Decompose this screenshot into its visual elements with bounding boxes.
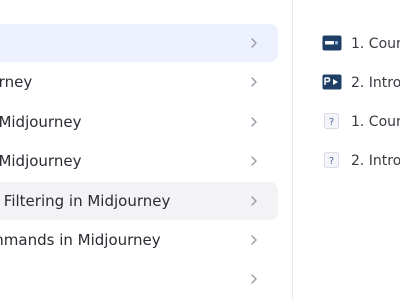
panel-divider	[292, 0, 293, 300]
lesson-item[interactable]: ? 2. Intro	[322, 143, 400, 182]
chevron-right-icon	[248, 116, 260, 128]
chevron-right-icon	[248, 155, 260, 167]
course-outline-screen: ourney in Midjourney in Midjourney nd Fi…	[0, 0, 400, 300]
chevron-right-icon	[248, 273, 260, 285]
module-list: ourney in Midjourney in Midjourney nd Fi…	[0, 24, 278, 300]
module-label: in Midjourney	[0, 112, 82, 131]
chevron-right-icon	[248, 37, 260, 49]
module-item[interactable]: nd Filtering in Midjourney	[0, 181, 278, 220]
lesson-label: 2. Intro	[351, 153, 400, 169]
module-label: ourney	[0, 73, 33, 92]
lesson-item[interactable]: 1. Cour	[322, 26, 400, 65]
module-item[interactable]: in Midjourney	[0, 103, 278, 141]
module-item[interactable]	[0, 24, 278, 62]
lesson-item[interactable]: 2. Intro	[322, 65, 400, 104]
lesson-label: 1. Cour	[351, 114, 400, 130]
module-item[interactable]: ommands in Midjourney	[0, 221, 278, 259]
quiz-icon: ?	[322, 113, 342, 129]
quiz-icon: ?	[322, 152, 342, 168]
lesson-label: 2. Intro	[351, 75, 400, 91]
module-item[interactable]	[0, 260, 278, 298]
svg-text:?: ?	[329, 156, 334, 167]
modules-panel: ourney in Midjourney in Midjourney nd Fi…	[0, 0, 292, 300]
chevron-right-icon	[248, 195, 260, 207]
module-item[interactable]: in Midjourney	[0, 142, 278, 180]
chevron-right-icon	[248, 234, 260, 246]
chevron-right-icon	[248, 76, 260, 88]
module-label: in Midjourney	[0, 152, 82, 171]
lesson-item[interactable]: ? 1. Cour	[322, 104, 400, 143]
slides-icon	[322, 35, 342, 51]
lesson-label: 1. Cour	[351, 36, 400, 52]
video-icon	[322, 74, 342, 90]
module-label: ommands in Midjourney	[0, 230, 161, 249]
module-label: nd Filtering in Midjourney	[0, 191, 171, 210]
svg-text:?: ?	[329, 117, 334, 128]
module-item[interactable]: ourney	[0, 63, 278, 101]
lesson-list: 1. Cour 2. Intro ? 1. Cour ? 2. Intro	[322, 26, 400, 182]
